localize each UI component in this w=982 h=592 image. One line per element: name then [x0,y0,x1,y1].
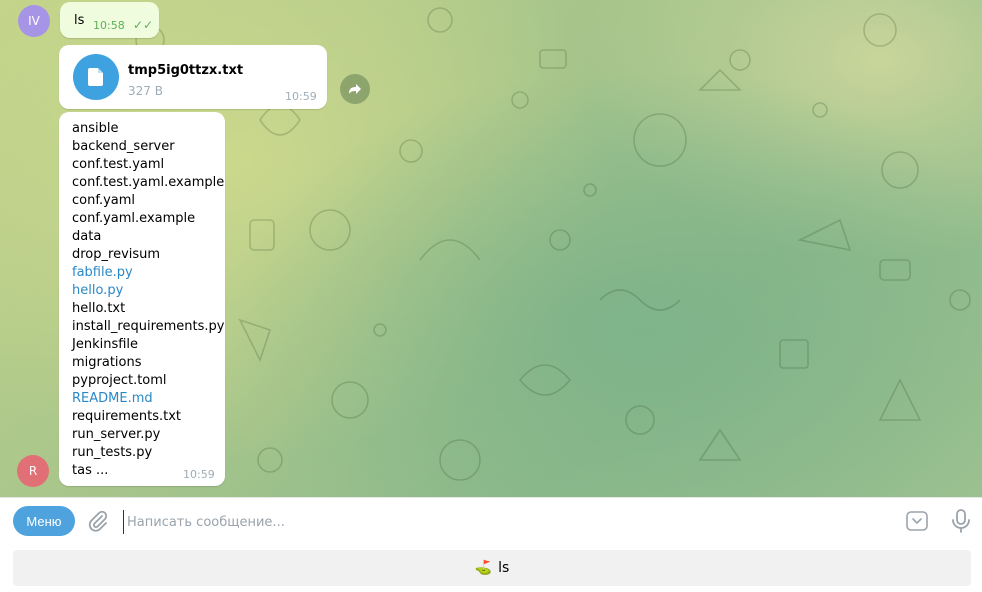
file-list-item: run_tests.py [72,445,153,460]
avatar-initials: R [28,464,38,478]
message-text: ls [74,13,85,28]
file-list-item: conf.yaml [72,193,136,208]
document-icon [88,68,103,86]
message-composer: Меню ⛳ ls [0,497,982,592]
file-list-link[interactable]: README.md [72,390,224,408]
keyboard-reply-label: ls [498,560,510,576]
file-list-item: conf.yaml.example [72,211,196,226]
avatar[interactable]: R [17,455,49,487]
file-list-link[interactable]: fabfile.py [72,264,224,282]
file-size: 327 B [128,84,163,98]
file-list-item: conf.test.yaml.example [72,175,225,190]
forward-button[interactable] [340,74,370,104]
file-list: ansible backend_server conf.test.yaml conf.… [72,120,224,480]
share-arrow-icon [349,84,361,94]
file-list-item: run_server.py [72,427,161,442]
file-list-item: install_requirements.py [72,319,225,334]
avatar[interactable]: IV [18,5,50,37]
microphone-icon[interactable] [950,508,972,534]
file-list-item: drop_revisum [72,247,161,262]
file-list-link[interactable]: hello.py [72,282,224,300]
keyboard-reply-button[interactable]: ⛳ ls [13,550,971,586]
message-time: 10:58 [93,19,125,32]
avatar-initials: IV [28,14,40,28]
file-list-item: requirements.txt [72,409,182,424]
menu-button[interactable]: Меню [13,506,75,536]
file-list-item: Jenkinsfile [72,337,139,352]
file-list-item: ansible [72,121,119,136]
file-download-button[interactable] [73,54,119,100]
listing-message[interactable]: ansible backend_server conf.test.yaml conf.… [59,112,225,486]
file-message[interactable]: tmp5ig0ttzx.txt 327 B 10:59 [59,45,327,109]
bot-keyboard-icon[interactable] [905,509,929,533]
file-list-item: data [72,229,102,244]
chat-background: IV ls 10:58 ✓✓ tmp5ig0ttzx.txt 327 B 10:… [0,0,982,497]
golf-flag-icon: ⛳ [474,560,493,576]
file-list-item: backend_server [72,139,175,154]
message-time: 10:59 [183,468,215,481]
paperclip-icon[interactable] [86,509,110,533]
outgoing-message[interactable]: ls 10:58 ✓✓ [60,2,159,38]
read-checkmarks-icon: ✓✓ [133,18,154,32]
message-input[interactable] [123,510,889,534]
file-list-item: conf.test.yaml [72,157,165,172]
message-time: 10:59 [285,90,317,103]
file-name[interactable]: tmp5ig0ttzx.txt [128,63,243,78]
file-list-item: pyproject.toml [72,373,167,388]
file-list-item: hello.txt [72,301,126,316]
file-list-item: migrations [72,355,142,370]
